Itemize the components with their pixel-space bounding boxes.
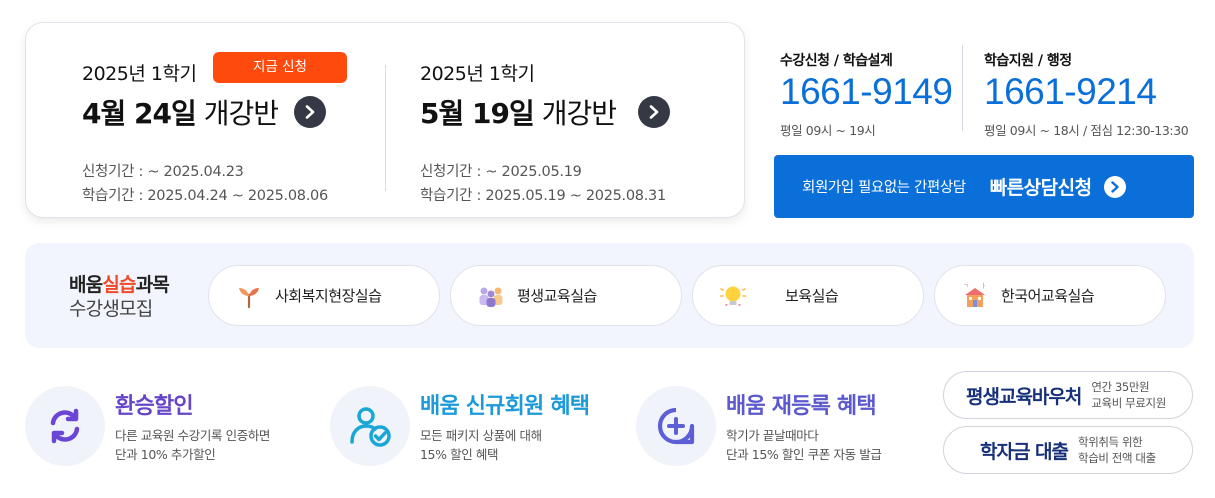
voucher-desc-line: 연간 35만원 [1091, 380, 1150, 394]
course-date: 5월 19일 [420, 97, 535, 130]
benefit-transfer-discount[interactable]: 환승할인 다른 교육원 수강기록 인증하면 단과 10% 추가할인 [25, 386, 270, 466]
svg-text:ㄱ: ㄱ [963, 283, 969, 290]
quick-consult-label: 빠른상담신청 [989, 177, 1092, 199]
contact-divider [962, 45, 963, 131]
study-period: 학습기간 : 2025.05.19 ~ 2025.08.31 [420, 188, 666, 204]
benefit-new-member[interactable]: 배움 신규회원 혜택 모든 패키지 상품에 대해 15% 할인 혜택 [330, 386, 590, 466]
course-meta: 신청기간 : ~ 2025.04.23 학습기간 : 2025.04.24 ~ … [82, 160, 328, 208]
loan-logo: 학자금 대출 [980, 440, 1069, 463]
student-loan-button[interactable]: 학자금 대출 학위취득 위한 학습비 전액 대출 [943, 426, 1193, 474]
lifelong-voucher-button[interactable]: 평생교육바우처 연간 35만원 교육비 무료지원 [943, 371, 1193, 419]
benefit-desc-line: 모든 패키지 상품에 대해 [420, 428, 542, 443]
voucher-desc: 연간 35만원 교육비 무료지원 [1091, 379, 1166, 411]
course-divider [385, 65, 386, 191]
practicum-childcare[interactable]: 보육실습 [692, 265, 924, 326]
chevron-right-icon [1103, 175, 1126, 198]
course-suffix: 개강반 [203, 97, 279, 130]
benefit-desc-line: 학기가 끝날때마다 [726, 428, 819, 443]
user-check-icon [330, 386, 410, 466]
benefit-desc-line: 15% 할인 혜택 [420, 447, 499, 462]
course-go-button[interactable] [294, 96, 326, 128]
practicum-social-welfare[interactable]: 사회복지현장실습 [208, 265, 440, 326]
svg-text:ㅏ: ㅏ [981, 283, 987, 290]
refresh-icon [25, 386, 105, 466]
benefit-desc: 다른 교육원 수강기록 인증하면 단과 10% 추가할인 [115, 426, 270, 464]
people-icon [477, 282, 505, 310]
apply-now-badge[interactable]: 지금 신청 [213, 52, 347, 83]
benefit-desc-line: 단과 15% 할인 쿠폰 자동 발급 [726, 447, 882, 462]
chevron-right-icon [305, 105, 315, 119]
contact-phone[interactable]: 1661-9149 [780, 70, 953, 114]
benefit-desc: 모든 패키지 상품에 대해 15% 할인 혜택 [420, 426, 589, 464]
quick-consult-sub: 회원가입 필요없는 간편상담 [802, 180, 966, 196]
contact-enrollment: 수강신청 / 학습설계 1661-9149 평일 09시 ~ 19시 [780, 50, 953, 139]
benefit-re-register[interactable]: 배움 재등록 혜택 학기가 끝날때마다 단과 15% 할인 쿠폰 자동 발급 [636, 386, 882, 466]
benefit-title: 환승할인 [115, 394, 194, 419]
course-go-button[interactable] [638, 96, 670, 128]
practicum-korean-education[interactable]: ㄱ ㅏ 한국어교육실습 [934, 265, 1166, 326]
course-5-19[interactable]: 2025년 1학기 5월 19일 개강반 신청기간 : ~ 2025.05.19… [420, 59, 670, 208]
loan-desc: 학위취득 위한 학습비 전액 대출 [1078, 434, 1156, 466]
practicum-title-highlight: 실습 [102, 274, 136, 296]
benefit-text: 배움 신규회원 혜택 모든 패키지 상품에 대해 15% 할인 혜택 [420, 388, 590, 466]
contact-support: 학습지원 / 행정 1661-9214 평일 09시 ~ 18시 / 점심 12… [984, 50, 1189, 139]
sprout-icon [235, 282, 263, 310]
practicum-title: 배움실습과목 수강생모집 [69, 273, 170, 321]
benefit-title: 배움 재등록 혜택 [726, 394, 877, 419]
chat-plus-icon [636, 386, 716, 466]
course-headline[interactable]: 4월 24일 개강반 [82, 92, 328, 132]
practicum-lifelong-education[interactable]: 평생교육실습 [450, 265, 682, 326]
contact-label: 학습지원 / 행정 [984, 53, 1072, 69]
practicum-bar: 배움실습과목 수강생모집 사회복지현장실습 평생교육실습 보육실습 ㄱ ㅏ 한국… [25, 243, 1194, 348]
apply-period: 신청기간 : ~ 2025.05.19 [420, 164, 582, 180]
course-headline[interactable]: 5월 19일 개강반 [420, 92, 670, 132]
benefit-desc: 학기가 끝날때마다 단과 15% 할인 쿠폰 자동 발급 [726, 426, 882, 464]
course-suffix: 개강반 [541, 97, 617, 130]
course-semester: 2025년 1학기 [420, 63, 535, 85]
lightbulb-icon [719, 282, 747, 310]
benefit-text: 환승할인 다른 교육원 수강기록 인증하면 단과 10% 추가할인 [115, 388, 270, 466]
study-period: 학습기간 : 2025.04.24 ~ 2025.08.06 [82, 188, 328, 204]
contact-hours: 평일 09시 ~ 18시 / 점심 12:30-13:30 [984, 123, 1189, 138]
voucher-desc-line: 교육비 무료지원 [1091, 396, 1166, 410]
voucher-logo: 평생교육바우처 [966, 385, 1082, 408]
chevron-right-icon [649, 105, 659, 119]
benefit-desc-line: 단과 10% 추가할인 [115, 447, 216, 462]
course-card: 2025년 1학기 4월 24일 개강반 신청기간 : ~ 2025.04.23… [25, 22, 745, 218]
apply-period: 신청기간 : ~ 2025.04.23 [82, 164, 244, 180]
benefit-text: 배움 재등록 혜택 학기가 끝날때마다 단과 15% 할인 쿠폰 자동 발급 [726, 388, 882, 466]
practicum-title-line2: 수강생모집 [69, 298, 153, 320]
course-date: 4월 24일 [82, 97, 197, 130]
quick-consult-button[interactable]: 회원가입 필요없는 간편상담 빠른상담신청 [774, 155, 1194, 218]
loan-desc-line: 학습비 전액 대출 [1078, 451, 1156, 465]
pill-label: 평생교육실습 [517, 287, 597, 305]
course-meta: 신청기간 : ~ 2025.05.19 학습기간 : 2025.05.19 ~ … [420, 160, 670, 208]
contact-hours: 평일 09시 ~ 19시 [780, 123, 876, 138]
contact-phone[interactable]: 1661-9214 [984, 70, 1188, 114]
pill-label: 사회복지현장실습 [275, 287, 382, 305]
contact-label: 수강신청 / 학습설계 [780, 53, 893, 69]
practicum-title-a: 배움 [69, 274, 103, 296]
pill-label: 한국어교육실습 [1001, 287, 1095, 305]
building-icon: ㄱ ㅏ [961, 282, 989, 310]
benefit-title: 배움 신규회원 혜택 [420, 394, 590, 419]
practicum-title-b: 과목 [135, 274, 170, 296]
loan-desc-line: 학위취득 위한 [1078, 435, 1143, 449]
benefit-desc-line: 다른 교육원 수강기록 인증하면 [115, 428, 271, 443]
pill-label: 보육실습 [785, 287, 839, 305]
